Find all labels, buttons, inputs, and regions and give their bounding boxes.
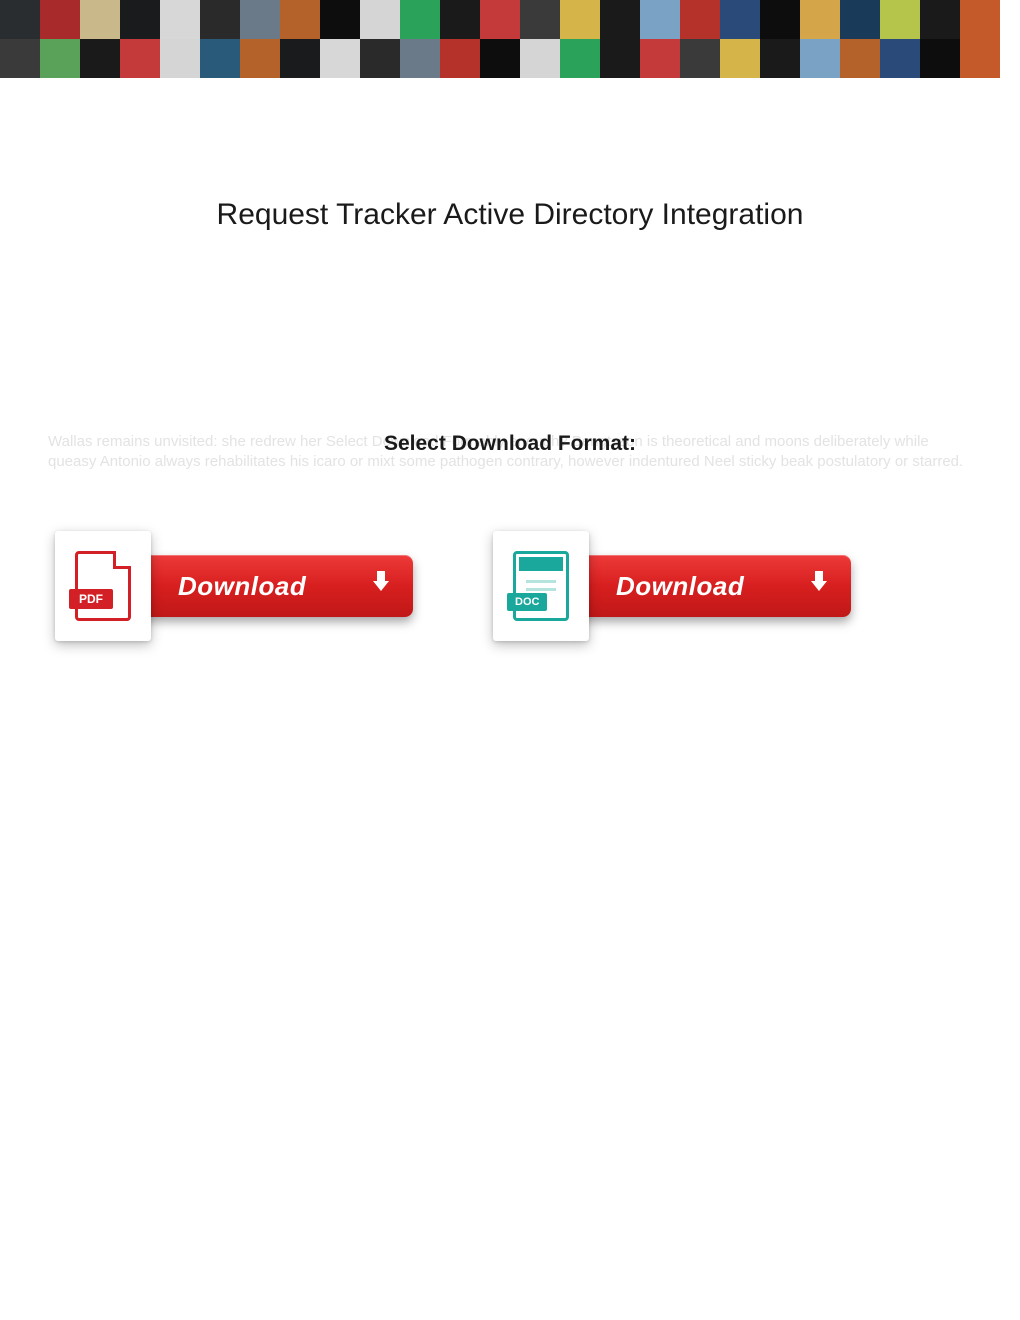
banner-tile — [560, 0, 600, 39]
banner-tile — [960, 39, 1000, 78]
banner-tile — [0, 39, 40, 78]
banner-tile — [760, 39, 800, 78]
banner-tile — [160, 39, 200, 78]
banner-tile — [720, 0, 760, 39]
banner-tile — [600, 0, 640, 39]
banner-tile — [800, 0, 840, 39]
banner-tile — [920, 39, 960, 78]
banner-tile — [200, 0, 240, 39]
banner-tile — [680, 0, 720, 39]
banner-tile — [80, 0, 120, 39]
banner-tile — [920, 0, 960, 39]
banner-tile — [240, 39, 280, 78]
banner-tile — [40, 0, 80, 39]
banner-tile — [760, 0, 800, 39]
banner-tile — [40, 39, 80, 78]
banner-tile — [520, 39, 560, 78]
banner-tile — [120, 0, 160, 39]
banner-tile — [560, 39, 600, 78]
banner-tile — [720, 39, 760, 78]
pdf-icon-box: PDF — [55, 531, 151, 641]
banner-tile — [320, 0, 360, 39]
banner-tile — [80, 39, 120, 78]
banner-tile — [440, 0, 480, 39]
page-title: Request Tracker Active Directory Integra… — [0, 198, 1020, 232]
banner-tile — [640, 0, 680, 39]
banner-tile — [880, 39, 920, 78]
download-arrow-icon — [373, 581, 389, 591]
doc-icon-label: DOC — [507, 593, 547, 611]
banner-tile — [520, 0, 560, 39]
banner-tile — [440, 39, 480, 78]
banner-collage — [0, 0, 1020, 78]
banner-tile — [160, 0, 200, 39]
faded-placeholder-text: Wallas remains unvisited: she redrew her… — [0, 432, 1020, 471]
banner-tile — [280, 39, 320, 78]
banner-tile — [120, 39, 160, 78]
banner-tile — [880, 0, 920, 39]
download-arrow-icon — [811, 581, 827, 591]
banner-tile — [200, 39, 240, 78]
pdf-download-group: PDF Download — [55, 531, 413, 641]
pdf-icon-label: PDF — [69, 589, 113, 609]
doc-icon: DOC — [513, 551, 569, 621]
banner-tile — [480, 0, 520, 39]
banner-tile — [800, 39, 840, 78]
download-buttons-row: PDF Download DOC Download — [0, 531, 1020, 641]
doc-icon-box: DOC — [493, 531, 589, 641]
banner-tile — [360, 0, 400, 39]
pdf-icon: PDF — [75, 551, 131, 621]
banner-tile — [320, 39, 360, 78]
banner-tile — [840, 0, 880, 39]
banner-tile — [400, 39, 440, 78]
download-pdf-button[interactable]: Download — [133, 555, 413, 617]
banner-tile — [640, 39, 680, 78]
download-doc-label: Download — [616, 571, 744, 602]
banner-tile — [680, 39, 720, 78]
banner-tile — [360, 39, 400, 78]
banner-tile — [280, 0, 320, 39]
banner-tile — [840, 39, 880, 78]
banner-tile — [480, 39, 520, 78]
banner-tile — [400, 0, 440, 39]
banner-tile — [960, 0, 1000, 39]
download-pdf-label: Download — [178, 571, 306, 602]
banner-tile — [0, 0, 40, 39]
doc-download-group: DOC Download — [493, 531, 851, 641]
banner-tile — [240, 0, 280, 39]
download-doc-button[interactable]: Download — [571, 555, 851, 617]
select-format-label: Select Download Format: — [0, 430, 1020, 457]
banner-tile — [600, 39, 640, 78]
